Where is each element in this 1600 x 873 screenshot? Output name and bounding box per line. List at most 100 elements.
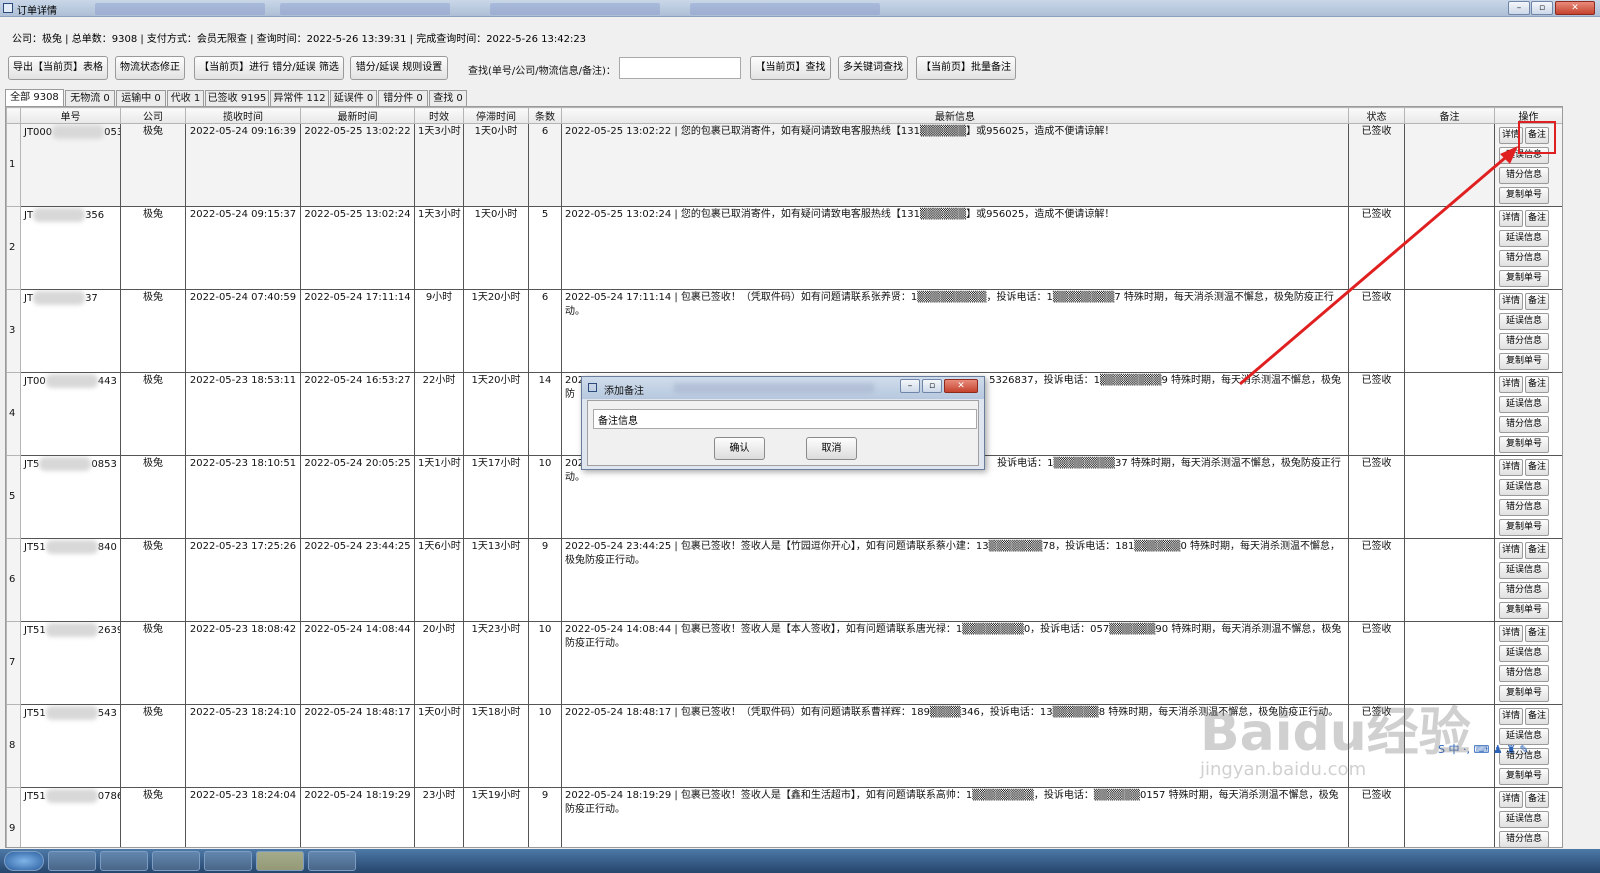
delay-info-button[interactable]: 延误信息 (1499, 230, 1549, 247)
fix-status-button[interactable]: 物流状态修正 (115, 56, 185, 80)
column-header-pickup-time[interactable]: 揽收时间 (185, 107, 301, 124)
remark-button[interactable]: 备注 (1525, 210, 1549, 227)
tab-no-logistics[interactable]: 无物流 0 (65, 90, 115, 106)
copy-number-button[interactable]: 复制单号 (1499, 519, 1549, 536)
copy-number-button[interactable]: 复制单号 (1499, 353, 1549, 370)
orders-table[interactable]: 单号 公司 揽收时间 最新时间 时效 停滞时间 条数 最新信息 状态 备注 操作… (5, 106, 1563, 848)
tab-in-transit[interactable]: 运输中 0 (116, 90, 166, 106)
multi-keyword-search-button[interactable]: 多关键词查找 (838, 56, 908, 80)
tab-cod[interactable]: 代收 1 (167, 90, 204, 106)
column-header-tracking-no[interactable]: 单号 (20, 107, 121, 124)
search-input[interactable] (619, 57, 741, 79)
remark-button[interactable]: 备注 (1525, 459, 1549, 476)
delay-info-button[interactable]: 延误信息 (1499, 396, 1549, 413)
missort-info-button[interactable]: 错分信息 (1499, 250, 1549, 267)
remark-button[interactable]: 备注 (1525, 708, 1549, 725)
detail-button[interactable]: 详情 (1499, 210, 1523, 227)
window-titlebar: 订单详情 – ▫ ✕ (0, 0, 1600, 17)
missort-info-button[interactable]: 错分信息 (1499, 499, 1549, 516)
column-header-latest-info[interactable]: 最新信息 (561, 107, 1349, 124)
column-header-status[interactable]: 状态 (1348, 107, 1405, 124)
row-index: 8 (6, 704, 21, 788)
column-header-aging[interactable]: 时效 (414, 107, 464, 124)
maximize-button[interactable]: ▫ (1531, 1, 1553, 15)
column-header-company[interactable]: 公司 (120, 107, 186, 124)
missort-info-button[interactable]: 错分信息 (1499, 665, 1549, 682)
copy-number-button[interactable]: 复制单号 (1499, 602, 1549, 619)
tab-all[interactable]: 全部 9308 (5, 89, 64, 107)
detail-button[interactable]: 详情 (1499, 459, 1523, 476)
remark-input[interactable] (593, 409, 977, 429)
missort-info-button[interactable]: 错分信息 (1499, 333, 1549, 350)
taskbar-app[interactable] (152, 851, 200, 871)
tab-exception[interactable]: 异常件 112 (270, 90, 329, 106)
rule-settings-button[interactable]: 错分/延误 规则设置 (350, 56, 448, 80)
remark-button[interactable]: 备注 (1525, 293, 1549, 310)
minimize-button[interactable]: – (1508, 1, 1530, 15)
copy-number-button[interactable]: 复制单号 (1499, 768, 1549, 785)
column-header-stagnant[interactable]: 停滞时间 (463, 107, 529, 124)
redacted-blur (45, 706, 98, 720)
taskbar-app[interactable] (204, 851, 252, 871)
table-row[interactable]: 9JT510786极兔2022-05-23 18:24:042022-05-24… (6, 787, 1562, 847)
detail-button[interactable]: 详情 (1499, 625, 1523, 642)
delay-info-button[interactable]: 延误信息 (1499, 562, 1549, 579)
dialog-close-button[interactable]: ✕ (944, 379, 978, 393)
table-row[interactable]: 3 JT 37 极兔 2022-05-24 07:40:59 2022-05-24 17:… (6, 289, 1562, 373)
start-button[interactable] (4, 851, 44, 871)
remark-button[interactable]: 备注 (1525, 542, 1549, 559)
tracking-suffix: 37 (85, 293, 98, 304)
remark-button[interactable]: 备注 (1525, 625, 1549, 642)
dialog-maximize-button[interactable]: ▫ (922, 379, 942, 393)
actions-cell: 详情备注延误信息错分信息复制单号 (1494, 289, 1562, 373)
taskbar-app[interactable] (256, 851, 304, 871)
dialog-minimize-button[interactable]: – (900, 379, 920, 393)
delay-info-button[interactable]: 延误信息 (1499, 811, 1549, 828)
taskbar-app[interactable] (308, 851, 356, 871)
table-row[interactable]: 2 JT 356 极兔 2022-05-24 09:15:37 2022-05-25 13… (6, 206, 1562, 290)
copy-number-button[interactable]: 复制单号 (1499, 436, 1549, 453)
latest-info: 2022-05-24 18:19:29 | 包裹已签收！签收人是【鑫和生活超市】… (561, 787, 1349, 847)
table-row[interactable]: 8 JT51 543 极兔 2022-05-23 18:24:10 2022-05-24 … (6, 704, 1562, 788)
copy-number-button[interactable]: 复制单号 (1499, 270, 1549, 287)
table-row[interactable]: 7JT512639极兔2022-05-23 18:08:422022-05-24… (6, 621, 1562, 705)
cancel-button[interactable]: 取消 (806, 437, 857, 460)
stagnant-time: 1天0小时 (463, 123, 529, 207)
remark-button[interactable]: 备注 (1525, 376, 1549, 393)
filter-missort-delay-button[interactable]: 【当前页】进行 错分/延误 筛选 (194, 56, 344, 80)
tab-delayed[interactable]: 延误件 0 (330, 90, 377, 106)
taskbar-app[interactable] (48, 851, 96, 871)
taskbar-app[interactable] (100, 851, 148, 871)
latest-time: 2022-05-24 17:11:14 (300, 289, 415, 373)
delay-info-button[interactable]: 延误信息 (1499, 645, 1549, 662)
detail-button[interactable]: 详情 (1499, 542, 1523, 559)
tab-search[interactable]: 查找 0 (429, 90, 467, 106)
find-current-page-button[interactable]: 【当前页】查找 (750, 56, 831, 80)
delay-info-button[interactable]: 延误信息 (1499, 479, 1549, 496)
column-header-latest-time[interactable]: 最新时间 (300, 107, 415, 124)
missort-info-button[interactable]: 错分信息 (1499, 416, 1549, 433)
ime-icon[interactable]: S 中 ·, ⌨ ♟ ♜ ✎ (1438, 743, 1529, 756)
confirm-button[interactable]: 确认 (714, 437, 765, 460)
batch-remark-button[interactable]: 【当前页】批量备注 (916, 56, 1016, 80)
missort-info-button[interactable]: 错分信息 (1499, 167, 1549, 184)
column-header-remark[interactable]: 备注 (1404, 107, 1495, 124)
delay-info-button[interactable]: 延误信息 (1499, 313, 1549, 330)
column-header-count[interactable]: 条数 (528, 107, 562, 124)
detail-button[interactable]: 详情 (1499, 791, 1523, 808)
redacted-blur (39, 457, 92, 471)
tab-missorted[interactable]: 错分件 0 (378, 90, 428, 106)
close-button[interactable]: ✕ (1555, 1, 1595, 15)
copy-number-button[interactable]: 复制单号 (1499, 685, 1549, 702)
copy-number-button[interactable]: 复制单号 (1499, 187, 1549, 204)
export-current-page-button[interactable]: 导出【当前页】表格 (8, 56, 108, 80)
table-row[interactable]: 1JT000053极兔2022-05-24 09:16:392022-05-25… (6, 123, 1562, 207)
missort-info-button[interactable]: 错分信息 (1499, 582, 1549, 599)
remark-button[interactable]: 备注 (1525, 791, 1549, 808)
detail-button[interactable]: 详情 (1499, 293, 1523, 310)
table-row[interactable]: 6 JT51 840 极兔 2022-05-23 17:25:26 2022-05-24 … (6, 538, 1562, 622)
missort-info-button[interactable]: 错分信息 (1499, 831, 1549, 847)
detail-button[interactable]: 详情 (1499, 376, 1523, 393)
detail-button[interactable]: 详情 (1499, 708, 1523, 725)
tab-signed[interactable]: 已签收 9195 (205, 90, 269, 106)
